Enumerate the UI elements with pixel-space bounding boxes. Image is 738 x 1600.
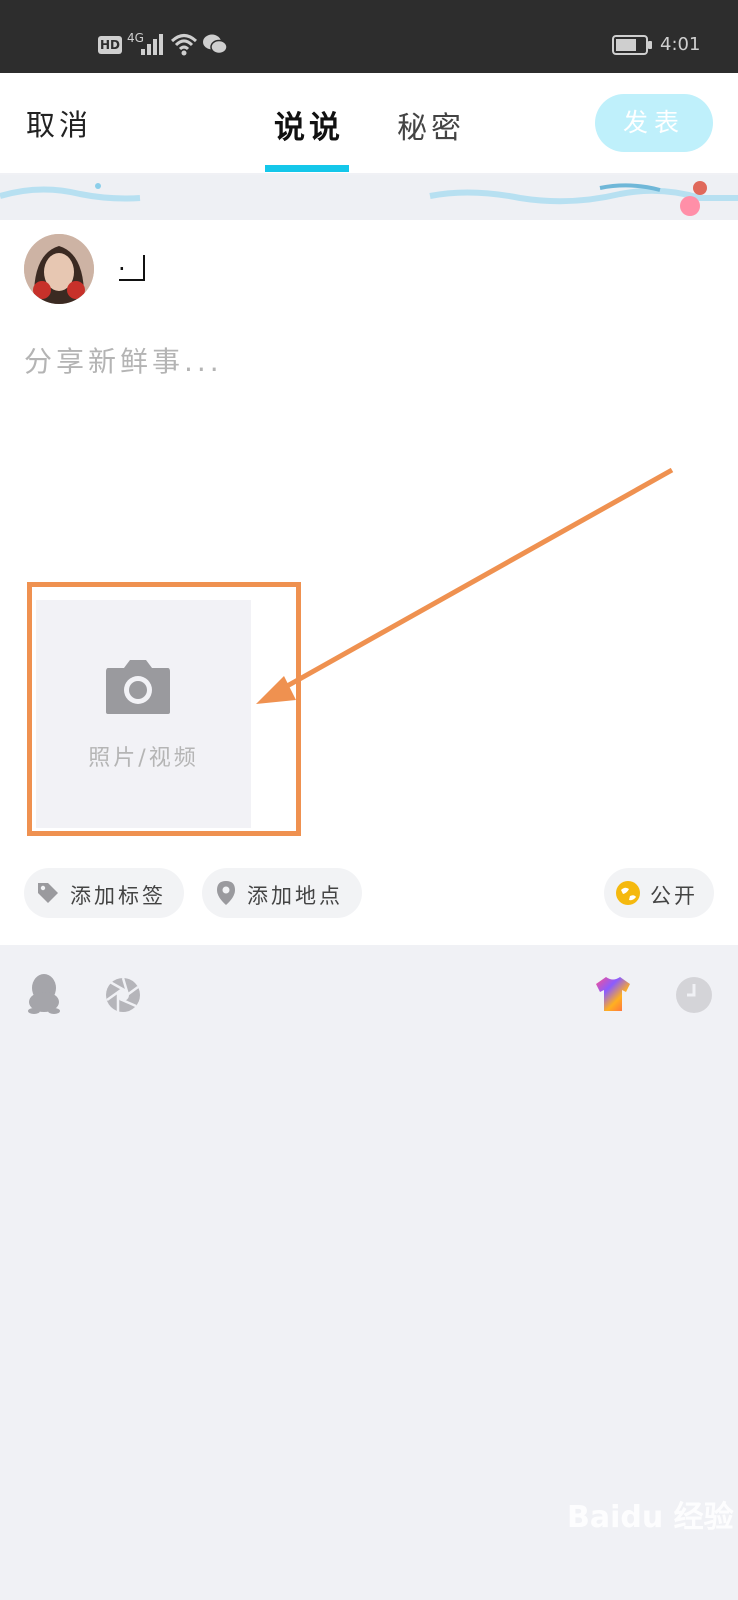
- tag-icon: [38, 883, 58, 903]
- hd-label: HD: [99, 38, 120, 52]
- location-pin-icon: [217, 881, 235, 905]
- battery-icon: [612, 35, 652, 55]
- wifi-icon: [170, 34, 198, 56]
- theme-shirt-icon[interactable]: [594, 976, 632, 1012]
- public-icon: [616, 881, 640, 905]
- wechat-icon: [203, 34, 228, 55]
- wave-decoration: [0, 181, 738, 216]
- publish-button[interactable]: 发表: [595, 94, 713, 152]
- post-text-input[interactable]: 分享新鲜事...: [24, 340, 223, 380]
- signal-icon: [141, 34, 163, 55]
- visibility-label: 公开: [650, 884, 698, 908]
- avatar-portrait: [24, 234, 94, 304]
- tab-secret[interactable]: 秘密: [397, 103, 465, 147]
- text-cursor: [119, 255, 145, 281]
- camera-shutter-icon[interactable]: [104, 976, 142, 1014]
- watermark: Baidu 经验: [567, 1500, 734, 1535]
- active-tab-indicator: [265, 165, 349, 172]
- hd-icon: HD: [98, 36, 122, 54]
- add-tag-label: 添加标签: [70, 884, 166, 908]
- annotation-highlight-box: [27, 582, 301, 836]
- add-location-label: 添加地点: [247, 884, 343, 908]
- qq-emoji-icon[interactable]: [26, 972, 62, 1014]
- clock-icon[interactable]: [675, 976, 713, 1014]
- avatar[interactable]: [24, 234, 94, 304]
- clock: 4:01: [660, 34, 701, 55]
- tab-shuoshuo[interactable]: 说说: [274, 102, 344, 147]
- cancel-button[interactable]: 取消: [26, 102, 92, 144]
